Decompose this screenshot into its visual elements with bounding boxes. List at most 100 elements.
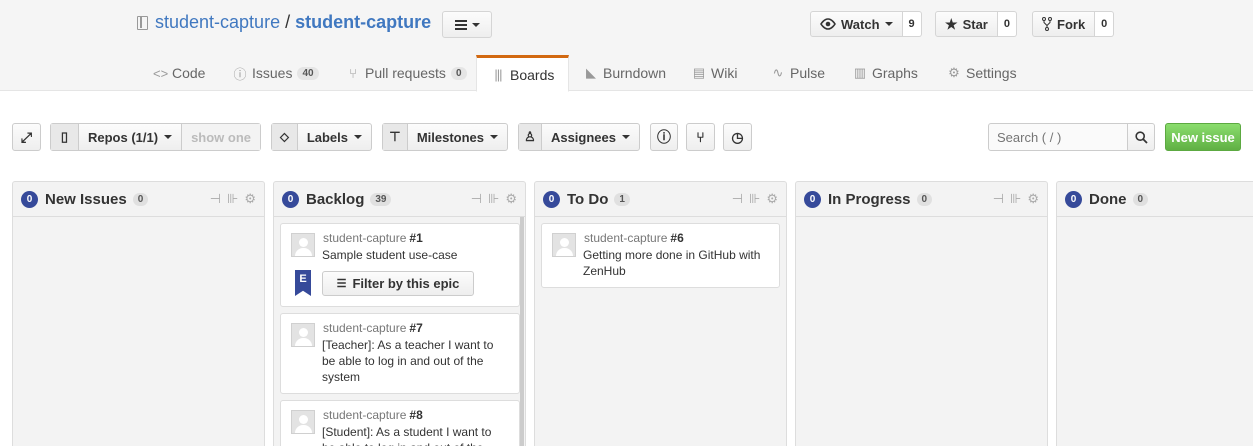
watch-button[interactable]: Watch	[810, 11, 903, 37]
pull-requests-filter-button[interactable]: ⑂	[686, 123, 715, 151]
search-icon	[1134, 130, 1148, 144]
pipeline-name: To Do	[567, 190, 609, 208]
tab-pull-requests[interactable]: ⑂ Pull requests 0	[346, 55, 467, 91]
pipeline-to-do: 0 To Do 1 ⊣ ⊪ ⚙ student-capture #6 Gettin…	[534, 181, 787, 446]
pipeline-issue-count: 0	[916, 192, 933, 206]
issue-number[interactable]: #8	[409, 408, 422, 422]
issue-number[interactable]: #7	[409, 321, 422, 335]
watch-count[interactable]: 9	[902, 11, 922, 37]
pipeline-scrollbar[interactable]	[520, 217, 524, 446]
collapse-icon[interactable]: ⊣	[993, 191, 1004, 207]
gear-icon[interactable]: ⚙	[505, 191, 517, 207]
issue-card[interactable]: student-capture #6 Getting more done in G…	[541, 223, 780, 288]
pipeline-backlog: 0 Backlog 39 ⊣ ⊪ ⚙ student-capture #1 Sam…	[273, 181, 526, 446]
fullscreen-button[interactable]: ⤢	[12, 123, 41, 151]
search-input[interactable]	[988, 123, 1128, 151]
issue-card[interactable]: student-capture #1 Sample student use-cas…	[280, 223, 520, 307]
pipeline-header: 0 In Progress 0 ⊣ ⊪ ⚙	[796, 182, 1047, 217]
collapse-icon[interactable]: ⊣	[471, 191, 482, 207]
repos-label: Repos (1/1)	[88, 129, 159, 145]
tab-code[interactable]: <> Code	[153, 55, 205, 91]
tab-label: Pull requests	[365, 65, 446, 81]
repos-dropdown[interactable]: Repos (1/1)	[79, 124, 183, 150]
star-count[interactable]: 0	[997, 11, 1017, 37]
filter-icon: ☰	[336, 278, 347, 290]
milestones-dropdown[interactable]: ⊤ Milestones	[382, 123, 508, 151]
milestones-label: Milestones	[416, 129, 484, 145]
issues-filter-button[interactable]: ⓘ	[650, 123, 678, 151]
star-group: ★ Star 0	[935, 11, 1017, 37]
person-icon: ♙	[519, 124, 542, 150]
gear-icon[interactable]: ⚙	[244, 191, 256, 207]
tab-label: Settings	[966, 65, 1017, 81]
repo-separator: /	[285, 12, 291, 32]
filter-by-epic-button[interactable]: ☰ Filter by this epic	[322, 271, 474, 296]
labels-label: Labels	[306, 129, 348, 145]
graphs-icon: ▥	[853, 65, 867, 80]
issue-title[interactable]: Sample student use-case	[322, 247, 502, 263]
expand-icon[interactable]: ⊪	[227, 191, 238, 207]
search-button[interactable]	[1128, 123, 1155, 151]
show-one-button[interactable]: show one	[182, 124, 260, 150]
pipeline-count: 0	[1065, 190, 1082, 208]
issue-number[interactable]: #1	[409, 231, 422, 245]
issue-card[interactable]: student-capture #7 [Teacher]: As a teache…	[280, 313, 520, 394]
gear-icon: ⚙	[948, 65, 960, 80]
repo-menu-button[interactable]	[442, 11, 492, 38]
tab-label: Pulse	[790, 65, 826, 81]
issue-title[interactable]: [Student]: As a student I want to be abl…	[322, 424, 502, 446]
pipeline-header: 0 New Issues 0 ⊣ ⊪ ⚙	[13, 182, 264, 217]
pipeline-count: 0	[21, 190, 38, 208]
pipeline-controls: ⊣ ⊪ ⚙	[471, 191, 517, 207]
collapse-icon[interactable]: ⊣	[210, 191, 221, 207]
history-filter-button[interactable]: ◷	[723, 123, 752, 151]
pipeline-in-progress: 0 In Progress 0 ⊣ ⊪ ⚙	[795, 181, 1048, 446]
code-icon: <>	[153, 65, 169, 81]
tag-icon: ⬦	[272, 124, 298, 150]
labels-dropdown[interactable]: ⬦ Labels	[271, 123, 372, 151]
tab-wiki[interactable]: ▤ Wiki	[692, 55, 738, 91]
boards-icon: |||	[494, 67, 502, 82]
assignees-dropdown[interactable]: ♙ Assignees	[518, 123, 640, 151]
gear-icon[interactable]: ⚙	[766, 191, 778, 207]
pull-request-icon: ⑂	[696, 129, 705, 145]
gear-icon[interactable]: ⚙	[1027, 191, 1039, 207]
tab-label: Wiki	[711, 65, 738, 81]
fork-button[interactable]: Fork	[1032, 11, 1096, 37]
filter-label: Filter by this epic	[352, 276, 460, 291]
pipeline-header: 0 Done 0	[1057, 182, 1253, 217]
repo-name-link[interactable]: student-capture	[295, 12, 431, 33]
new-issue-button[interactable]: New issue	[1165, 123, 1241, 151]
tab-issues[interactable]: ⓘ Issues 40	[233, 55, 319, 91]
list-icon	[454, 19, 467, 30]
pipeline-issue-count: 1	[614, 192, 630, 206]
expand-icon[interactable]: ⊪	[488, 191, 499, 207]
pipeline-done: 0 Done 0	[1056, 181, 1253, 446]
issue-card[interactable]: student-capture #8 [Student]: As a studen…	[280, 400, 520, 446]
star-button[interactable]: ★ Star	[935, 11, 998, 37]
issue-title[interactable]: [Teacher]: As a teacher I want to be abl…	[322, 337, 502, 385]
expand-icon[interactable]: ⊪	[1010, 191, 1021, 207]
tab-boards[interactable]: ||| Boards	[476, 55, 570, 92]
pipeline-issue-count: 0	[1132, 192, 1149, 206]
pipeline-issue-count: 39	[370, 192, 392, 206]
issue-title[interactable]: Getting more done in GitHub with ZenHub	[583, 247, 763, 279]
pipeline-name: Backlog	[306, 190, 365, 208]
tab-label: Issues	[252, 65, 293, 81]
tab-burndown[interactable]: ◣ Burndown	[584, 55, 666, 91]
pipeline-count: 0	[282, 190, 299, 208]
pipeline-count: 0	[804, 190, 821, 208]
tab-pulse[interactable]: ∿ Pulse	[771, 55, 825, 91]
issue-number[interactable]: #6	[670, 231, 683, 245]
fork-count[interactable]: 0	[1095, 11, 1115, 37]
tab-label: Code	[172, 65, 206, 81]
collapse-icon[interactable]: ⊣	[732, 191, 743, 207]
expand-icon[interactable]: ⊪	[749, 191, 760, 207]
repo-icon: ▯	[51, 124, 79, 150]
repo-owner-link[interactable]: student-capture	[155, 12, 280, 33]
tab-settings[interactable]: ⚙ Settings	[947, 55, 1017, 91]
tab-graphs[interactable]: ▥ Graphs	[853, 55, 918, 91]
pipeline-name: Done	[1089, 190, 1127, 208]
pull-request-icon: ⑂	[349, 65, 357, 81]
issue-icon: ⓘ	[233, 66, 247, 82]
